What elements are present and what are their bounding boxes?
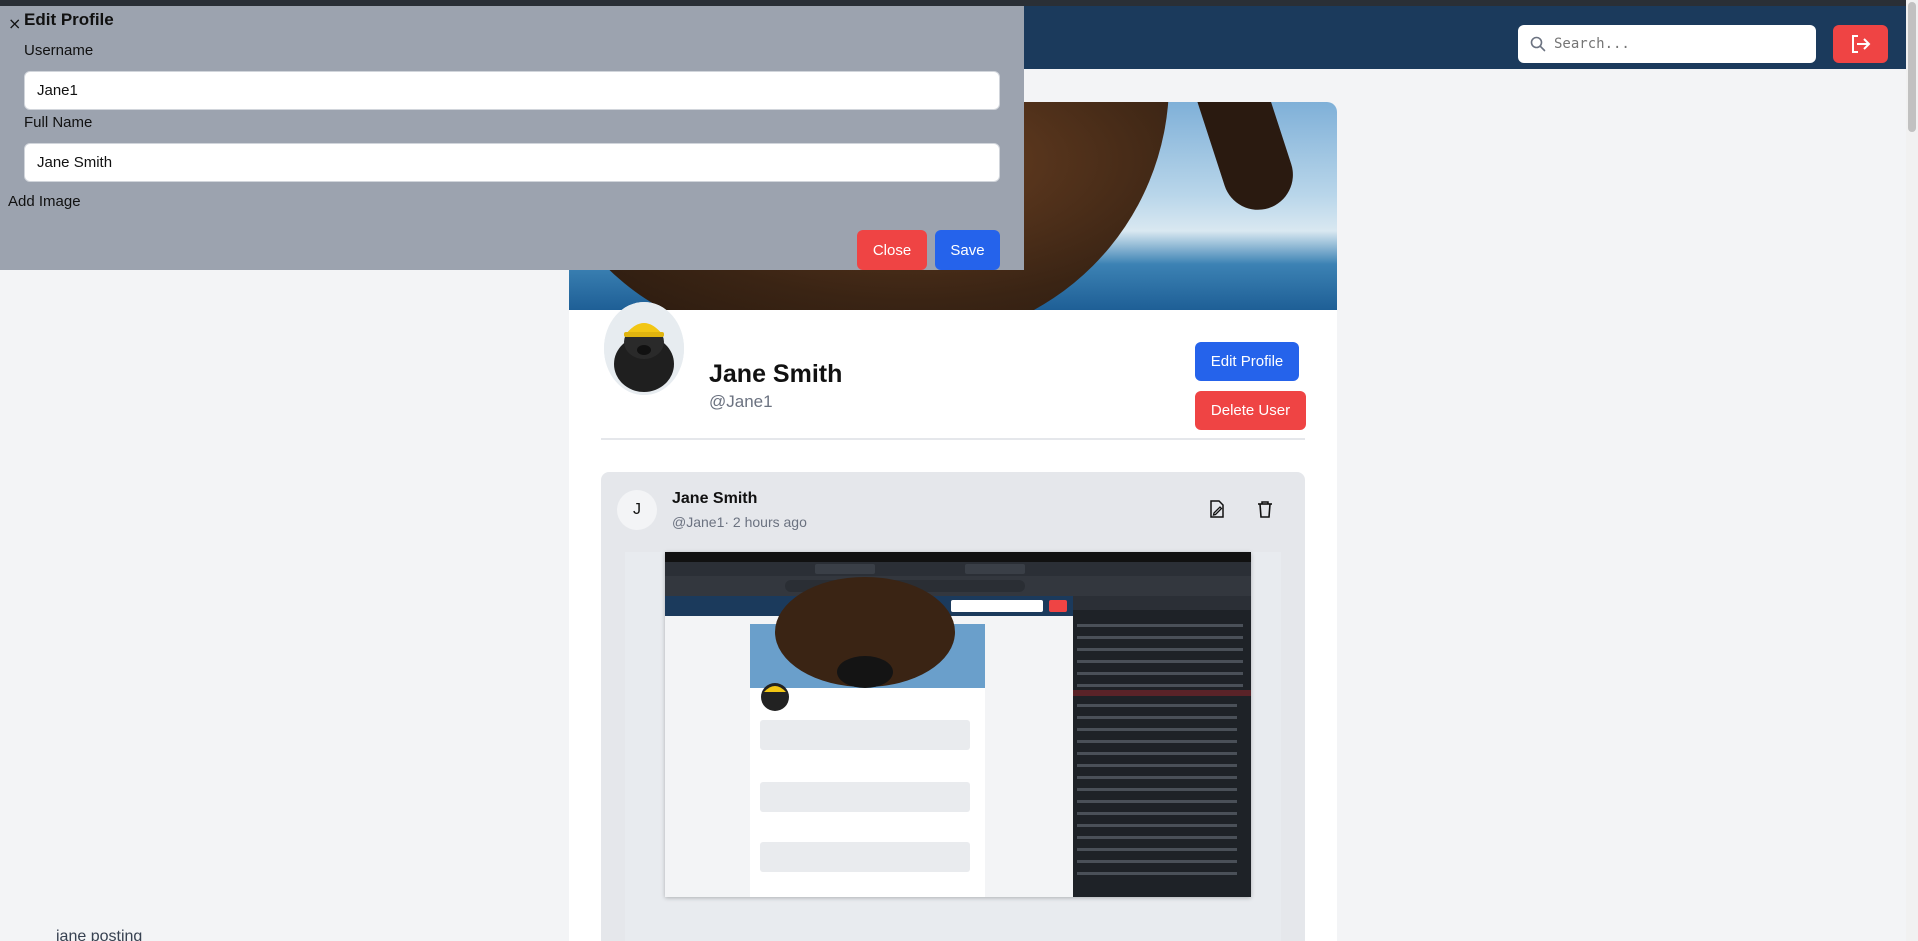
- page-scrollbar[interactable]: [1906, 0, 1918, 941]
- profile-name: Jane Smith: [709, 360, 843, 388]
- modal-title: Edit Profile: [24, 10, 114, 29]
- post-card: J Jane Smith @Jane1· 2 hours ago: [601, 472, 1305, 941]
- profile-avatar: [604, 302, 684, 395]
- fullname-label: Full Name: [24, 114, 93, 131]
- post-image: [665, 552, 1251, 897]
- fullname-field[interactable]: [24, 143, 1000, 182]
- search-input[interactable]: [1554, 36, 1794, 52]
- search-box[interactable]: [1518, 25, 1816, 63]
- delete-user-button[interactable]: Delete User: [1195, 391, 1306, 430]
- post-text: jane posting: [56, 928, 143, 941]
- post-author: Jane Smith: [672, 490, 758, 507]
- username-label: Username: [24, 42, 94, 59]
- logout-icon: [1851, 35, 1870, 53]
- add-image-label[interactable]: Add Image: [8, 193, 81, 210]
- username-field[interactable]: [24, 71, 1000, 110]
- close-button[interactable]: Close: [857, 230, 927, 270]
- save-button[interactable]: Save: [935, 230, 1000, 270]
- edit-profile-button[interactable]: Edit Profile: [1195, 342, 1299, 381]
- divider: [601, 438, 1305, 440]
- post-meta: @Jane1· 2 hours ago: [672, 514, 807, 530]
- search-icon: [1530, 36, 1546, 52]
- close-icon[interactable]: ×: [8, 14, 21, 33]
- profile-handle: @Jane1: [709, 392, 773, 411]
- logout-button[interactable]: [1833, 25, 1888, 63]
- edit-post-icon[interactable]: [1208, 500, 1226, 518]
- delete-post-icon[interactable]: [1256, 500, 1274, 518]
- edit-profile-modal: × Edit Profile Username Full Name Add Im…: [0, 6, 1024, 270]
- post-avatar: J: [617, 490, 657, 530]
- post-image-area: [625, 552, 1281, 941]
- scrollbar-thumb[interactable]: [1908, 2, 1916, 132]
